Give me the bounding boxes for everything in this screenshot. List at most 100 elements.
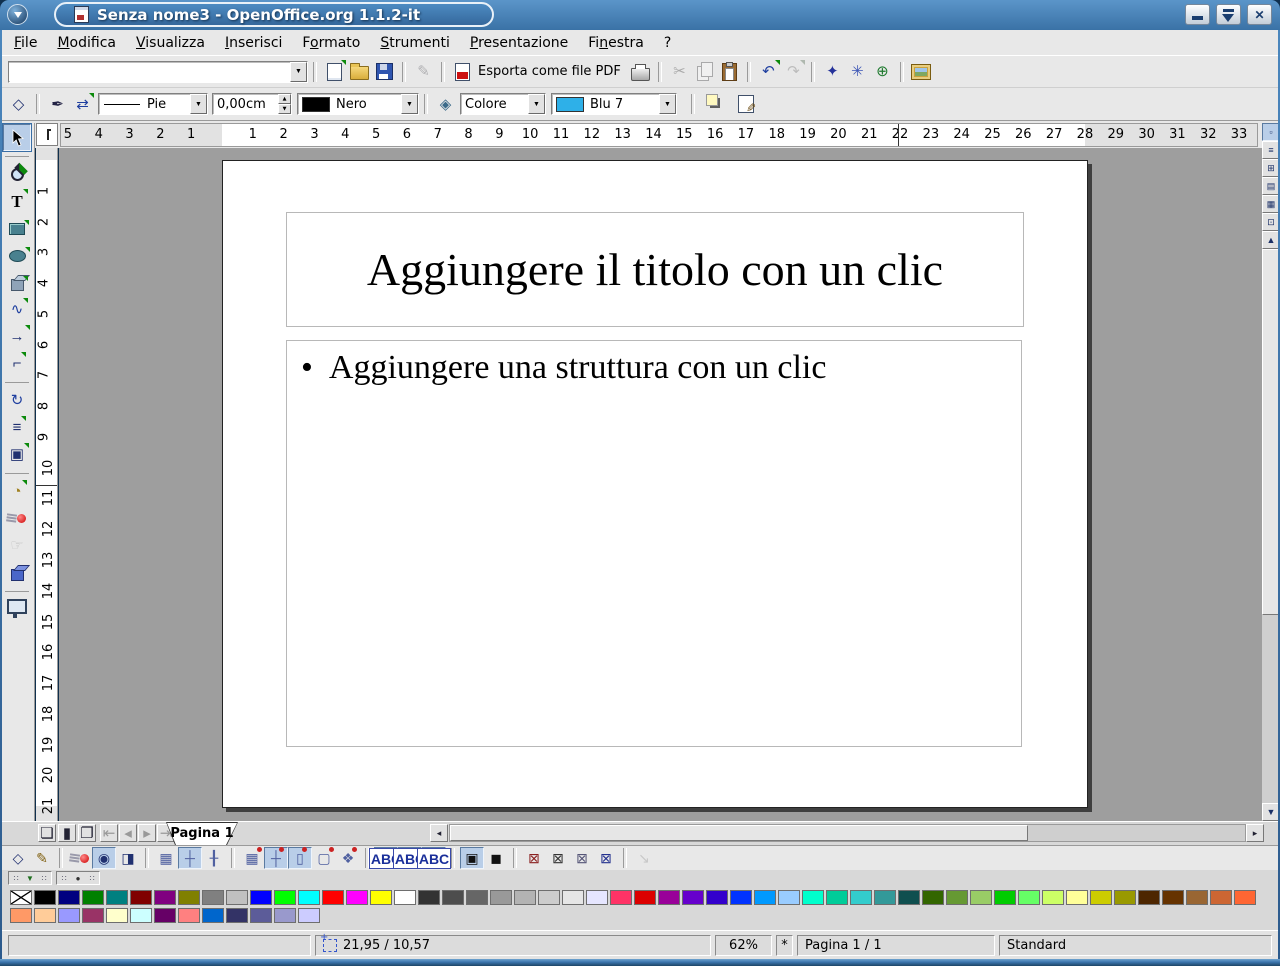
color-swatch[interactable] [34, 908, 56, 923]
menu-presentazione[interactable]: Presentazione [460, 32, 578, 54]
minibar-dots-icon-3[interactable]: ∷ [57, 872, 71, 884]
edit-style-icon[interactable] [733, 92, 758, 117]
spin-up-icon[interactable]: ▲ [278, 94, 291, 104]
snap-to-points-option[interactable]: ❖ [336, 847, 360, 869]
color-swatch[interactable] [1186, 890, 1208, 905]
color-swatch[interactable] [1210, 890, 1232, 905]
color-swatch[interactable] [610, 890, 632, 905]
select-tool[interactable] [3, 124, 31, 151]
line-width-spinner[interactable]: 0,00cm ▲▼ [212, 93, 292, 115]
color-swatch[interactable] [58, 890, 80, 905]
color-swatch[interactable] [1066, 890, 1088, 905]
scroll-right-button[interactable]: ▸ [1246, 824, 1264, 842]
color-swatch[interactable] [658, 890, 680, 905]
color-swatch[interactable] [1090, 890, 1112, 905]
menu-help[interactable]: ? [654, 32, 681, 54]
vertical-ruler[interactable]: 123456789101112131415161718192021 [36, 148, 58, 821]
color-swatch[interactable] [226, 890, 248, 905]
color-swatch[interactable] [1234, 890, 1256, 905]
contour-placeholder-option[interactable]: ⊠ [546, 847, 570, 869]
line-color-dropdown-button[interactable]: ▼ [401, 94, 418, 114]
text-tool[interactable]: T [3, 188, 31, 215]
threed-effects-tool[interactable] [3, 559, 31, 586]
color-swatch[interactable] [706, 890, 728, 905]
autopilot-icon[interactable]: ✳ [845, 59, 870, 84]
spin-down-icon[interactable]: ▼ [278, 104, 291, 114]
color-swatch[interactable] [778, 890, 800, 905]
menu-formato[interactable]: Formato [292, 32, 370, 54]
color-swatch[interactable] [58, 908, 80, 923]
color-swatch[interactable] [82, 890, 104, 905]
color-swatch[interactable] [1114, 890, 1136, 905]
color-swatch[interactable] [442, 890, 464, 905]
color-swatch[interactable] [490, 890, 512, 905]
minibar-dots-icon-4[interactable]: ∷ [85, 872, 99, 884]
dblclick-textedit-option[interactable]: ABC [422, 847, 446, 869]
zoom-tool[interactable] [3, 161, 31, 188]
color-swatch[interactable] [298, 908, 320, 923]
fill-color-dropdown-button[interactable]: ▼ [659, 94, 676, 114]
menu-strumenti[interactable]: Strumenti [370, 32, 460, 54]
window-menu-button[interactable] [7, 4, 28, 25]
hyperlink-icon[interactable]: ⊕ [870, 59, 895, 84]
alignment-tool[interactable]: ≡ [3, 414, 31, 441]
status-position-field[interactable]: 21,95 / 10,57 [315, 935, 711, 956]
color-swatch[interactable] [202, 890, 224, 905]
navigator-icon[interactable]: ✦ [820, 59, 845, 84]
page-tab[interactable]: Pagina 1 [166, 822, 238, 845]
color-swatch[interactable] [250, 890, 272, 905]
color-swatch[interactable] [178, 890, 200, 905]
minibar-sphere-icon[interactable]: ● [71, 872, 85, 884]
color-swatch[interactable] [586, 890, 608, 905]
color-swatch[interactable] [922, 890, 944, 905]
line-width-spin-buttons[interactable]: ▲▼ [278, 94, 291, 114]
color-swatch[interactable] [562, 890, 584, 905]
menu-inserisci[interactable]: Inserisci [215, 32, 292, 54]
open-icon[interactable] [347, 59, 372, 84]
curve-tool[interactable]: ∿ [3, 296, 31, 323]
shadow-icon[interactable] [704, 92, 729, 117]
animation-preview-option[interactable]: ◨ [116, 847, 140, 869]
snap-to-margins-option[interactable]: ▯ [288, 847, 312, 869]
color-swatch[interactable] [466, 890, 488, 905]
scroll-left-button[interactable]: ◂ [430, 824, 448, 842]
color-swatch[interactable] [274, 908, 296, 923]
snap-to-guides-option[interactable]: ┼ [264, 847, 288, 869]
close-button[interactable]: ✕ [1247, 4, 1272, 25]
title-placeholder[interactable]: Aggiungere il titolo con un clic [286, 212, 1024, 327]
color-swatch[interactable] [250, 908, 272, 923]
arrow-style-icon[interactable]: ⇄ [70, 92, 95, 117]
color-swatch[interactable] [154, 890, 176, 905]
guides-front-option[interactable]: ╂ [202, 847, 226, 869]
insert-object-tool[interactable]: ◔ [3, 478, 31, 505]
color-swatch[interactable] [178, 908, 200, 923]
threed-objects-tool[interactable] [3, 269, 31, 296]
allow-interaction-option[interactable]: ◉ [92, 847, 116, 869]
fill-type-combo[interactable]: Colore ▼ [460, 93, 546, 115]
line-color-combo[interactable]: Nero ▼ [297, 93, 419, 115]
color-swatch[interactable] [634, 890, 656, 905]
load-url-combo[interactable]: ▼ [8, 61, 308, 83]
color-swatch[interactable] [826, 890, 848, 905]
simple-handles-option[interactable]: ▣ [460, 847, 484, 869]
export-pdf-icon[interactable] [450, 59, 475, 84]
arrange-tool[interactable]: ▣ [3, 441, 31, 468]
paste-icon[interactable] [717, 59, 742, 84]
fill-type-dropdown-button[interactable]: ▼ [528, 94, 545, 114]
color-swatch[interactable] [1138, 890, 1160, 905]
color-swatch[interactable] [1162, 890, 1184, 905]
color-swatch[interactable] [994, 890, 1016, 905]
color-swatch[interactable] [682, 890, 704, 905]
tab-type-button[interactable] [36, 123, 58, 146]
glue-points-option[interactable]: ✎ [30, 847, 54, 869]
url-dropdown-button[interactable]: ▼ [290, 62, 307, 82]
color-swatch[interactable] [274, 890, 296, 905]
line-style-combo[interactable]: Pie ▼ [98, 93, 208, 115]
color-swatch[interactable] [850, 890, 872, 905]
fill-color-combo[interactable]: Blu 7 ▼ [551, 93, 677, 115]
snap-to-grid-option[interactable]: ▦ [240, 847, 264, 869]
color-swatch[interactable] [802, 890, 824, 905]
color-swatch[interactable] [130, 890, 152, 905]
horizontal-scroll-thumb[interactable] [450, 825, 1028, 841]
url-input[interactable] [9, 63, 290, 81]
